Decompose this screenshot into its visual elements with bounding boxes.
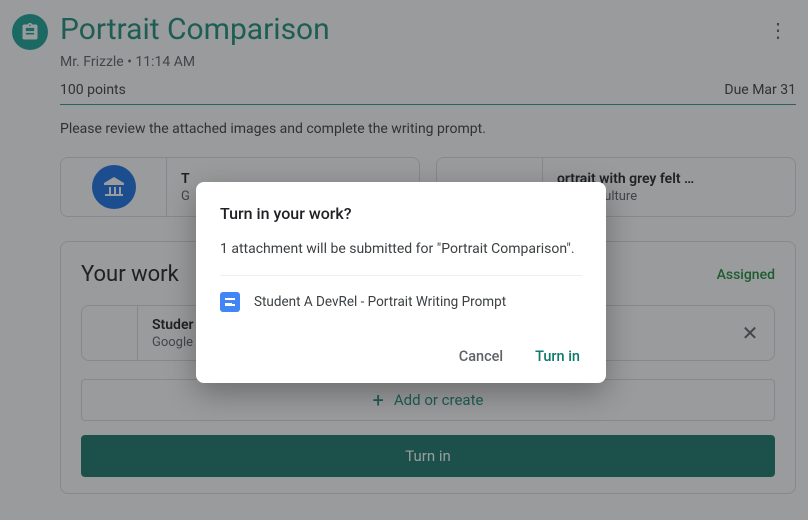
turn-in-dialog: Turn in your work? 1 attachment will be …: [196, 182, 606, 383]
confirm-turn-in-button[interactable]: Turn in: [533, 344, 582, 369]
dialog-body: 1 attachment will be submitted for "Port…: [220, 241, 582, 257]
dialog-file-name: Student A DevRel - Portrait Writing Prom…: [254, 294, 506, 310]
cancel-button[interactable]: Cancel: [457, 344, 505, 369]
dialog-title: Turn in your work?: [220, 204, 582, 223]
docs-icon: [220, 292, 240, 312]
dialog-file-row: Student A DevRel - Portrait Writing Prom…: [220, 275, 582, 320]
dialog-actions: Cancel Turn in: [220, 344, 582, 369]
